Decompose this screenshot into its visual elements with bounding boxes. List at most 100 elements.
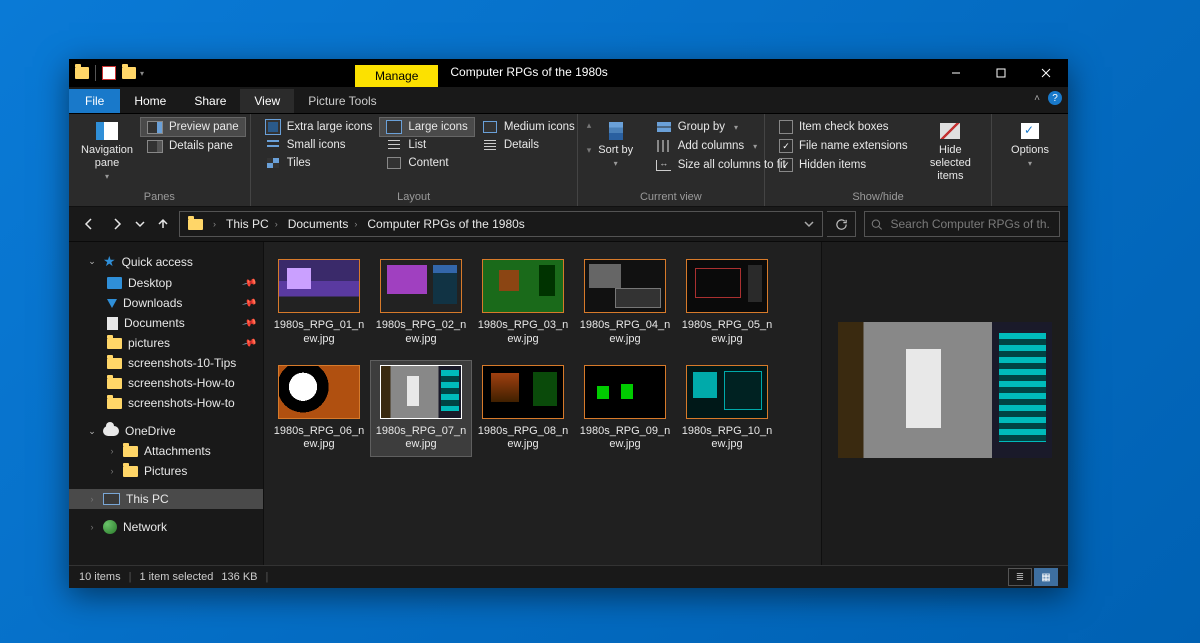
file-item[interactable]: 1980s_RPG_02_new.jpg: [370, 254, 472, 352]
address-bar[interactable]: › This PC› Documents› Computer RPGs of t…: [179, 211, 823, 237]
file-name-label: 1980s_RPG_05_new.jpg: [677, 319, 777, 347]
sidebar-folder-shortcut[interactable]: screenshots-10-Tips: [69, 353, 263, 373]
navigation-tree[interactable]: ⌄★Quick access Desktop📌 Downloads📌 Docum…: [69, 242, 264, 565]
file-name-extensions-toggle[interactable]: File name extensions: [773, 137, 914, 155]
hide-selected-items-button[interactable]: Hide selected items: [918, 116, 983, 188]
location-icon: [188, 219, 203, 230]
file-thumbnail: [278, 365, 360, 419]
titlebar[interactable]: ▾ Manage Computer RPGs of the 1980s: [69, 59, 1068, 87]
breadcrumb-current[interactable]: Computer RPGs of the 1980s: [363, 217, 528, 231]
ribbon-tabs: File Home Share View Picture Tools ˄ ?: [69, 87, 1068, 114]
view-details-button[interactable]: ≣: [1008, 568, 1032, 586]
qat-properties-icon[interactable]: [102, 66, 116, 80]
pin-icon: 📌: [241, 275, 257, 291]
collapse-ribbon-icon[interactable]: ˄: [1034, 93, 1040, 104]
group-label-layout: Layout: [259, 189, 569, 206]
view-large-icons-button[interactable]: ▦: [1034, 568, 1058, 586]
folder-icon: [107, 338, 122, 349]
item-check-boxes-toggle[interactable]: Item check boxes: [773, 118, 914, 136]
file-name-label: 1980s_RPG_10_new.jpg: [677, 425, 777, 453]
preview-pane-button[interactable]: Preview pane: [141, 118, 245, 136]
folder-icon: [107, 398, 122, 409]
group-label-show-hide: Show/hide: [773, 189, 983, 206]
search-input[interactable]: [888, 216, 1053, 232]
breadcrumb-documents[interactable]: Documents›: [284, 217, 364, 231]
file-name-label: 1980s_RPG_02_new.jpg: [371, 319, 471, 347]
recent-locations-button[interactable]: [133, 212, 147, 236]
file-list[interactable]: 1980s_RPG_01_new.jpg1980s_RPG_02_new.jpg…: [264, 242, 821, 565]
tab-home[interactable]: Home: [120, 89, 180, 113]
qat-newfolder-icon[interactable]: [122, 67, 136, 79]
file-thumbnail: [380, 259, 462, 313]
window-title: Computer RPGs of the 1980s: [438, 59, 619, 87]
contextual-tab-manage[interactable]: Manage: [355, 65, 438, 87]
file-item[interactable]: 1980s_RPG_07_new.jpg: [370, 360, 472, 458]
details-pane-button[interactable]: Details pane: [141, 137, 245, 155]
hidden-items-toggle[interactable]: Hidden items: [773, 156, 914, 174]
layout-content[interactable]: Content: [380, 154, 473, 172]
tab-file[interactable]: File: [69, 89, 120, 113]
file-item[interactable]: 1980s_RPG_05_new.jpg: [676, 254, 778, 352]
app-icon: [75, 67, 89, 79]
sidebar-onedrive-pictures[interactable]: ›Pictures: [69, 461, 263, 481]
sidebar-desktop[interactable]: Desktop📌: [69, 273, 263, 293]
file-item[interactable]: 1980s_RPG_03_new.jpg: [472, 254, 574, 352]
sidebar-downloads[interactable]: Downloads📌: [69, 293, 263, 313]
layout-list[interactable]: List: [380, 136, 473, 154]
sidebar-this-pc[interactable]: ›This PC: [69, 489, 263, 509]
maximize-button[interactable]: [978, 59, 1023, 87]
crumb-dropdown-icon[interactable]: ›: [207, 219, 222, 229]
file-thumbnail: [278, 259, 360, 313]
address-dropdown-icon[interactable]: [800, 212, 818, 236]
qat-dropdown-icon[interactable]: ▾: [140, 69, 144, 78]
tab-share[interactable]: Share: [180, 89, 240, 113]
pin-icon: 📌: [241, 315, 257, 331]
sidebar-folder-shortcut[interactable]: screenshots-How-to: [69, 393, 263, 413]
sidebar-documents[interactable]: Documents📌: [69, 313, 263, 333]
preview-pane: [821, 242, 1068, 565]
back-button[interactable]: [77, 212, 101, 236]
layout-large-icons[interactable]: Large icons: [380, 118, 473, 136]
tab-view[interactable]: View: [240, 89, 294, 113]
sidebar-onedrive[interactable]: ⌄OneDrive: [69, 421, 263, 441]
up-button[interactable]: [151, 212, 175, 236]
file-item[interactable]: 1980s_RPG_08_new.jpg: [472, 360, 574, 458]
layout-details[interactable]: Details: [476, 136, 581, 154]
file-thumbnail: [380, 365, 462, 419]
file-item[interactable]: 1980s_RPG_09_new.jpg: [574, 360, 676, 458]
file-name-label: 1980s_RPG_03_new.jpg: [473, 319, 573, 347]
options-button[interactable]: Options▾: [1000, 116, 1060, 173]
file-name-label: 1980s_RPG_01_new.jpg: [269, 319, 369, 347]
file-name-label: 1980s_RPG_08_new.jpg: [473, 425, 573, 453]
layout-small-icons[interactable]: Small icons: [259, 136, 379, 154]
sidebar-folder-shortcut[interactable]: screenshots-How-to: [69, 373, 263, 393]
minimize-button[interactable]: [933, 59, 978, 87]
file-item[interactable]: 1980s_RPG_06_new.jpg: [268, 360, 370, 458]
file-thumbnail: [584, 365, 666, 419]
file-item[interactable]: 1980s_RPG_10_new.jpg: [676, 360, 778, 458]
sidebar-attachments[interactable]: ›Attachments: [69, 441, 263, 461]
pc-icon: [103, 493, 120, 505]
layout-extra-large-icons[interactable]: Extra large icons: [259, 118, 379, 136]
file-name-label: 1980s_RPG_04_new.jpg: [575, 319, 675, 347]
layout-medium-icons[interactable]: Medium icons: [476, 118, 581, 136]
breadcrumb-this-pc[interactable]: This PC›: [222, 217, 284, 231]
star-icon: ★: [103, 253, 116, 270]
file-name-label: 1980s_RPG_06_new.jpg: [269, 425, 369, 453]
close-button[interactable]: [1023, 59, 1068, 87]
sort-by-button[interactable]: Sort by▾: [586, 116, 646, 173]
file-thumbnail: [686, 259, 768, 313]
tab-picture-tools[interactable]: Picture Tools: [294, 89, 390, 113]
pin-icon: 📌: [241, 295, 257, 311]
navigation-pane-button[interactable]: Navigation pane▾: [77, 116, 137, 186]
layout-tiles[interactable]: Tiles: [259, 154, 379, 172]
file-item[interactable]: 1980s_RPG_01_new.jpg: [268, 254, 370, 352]
help-icon[interactable]: ?: [1048, 91, 1062, 105]
forward-button[interactable]: [105, 212, 129, 236]
sidebar-pictures[interactable]: pictures📌: [69, 333, 263, 353]
file-item[interactable]: 1980s_RPG_04_new.jpg: [574, 254, 676, 352]
search-box[interactable]: [864, 211, 1060, 237]
refresh-button[interactable]: [827, 211, 856, 237]
sidebar-quick-access[interactable]: ⌄★Quick access: [69, 250, 263, 273]
sidebar-network[interactable]: ›Network: [69, 517, 263, 537]
